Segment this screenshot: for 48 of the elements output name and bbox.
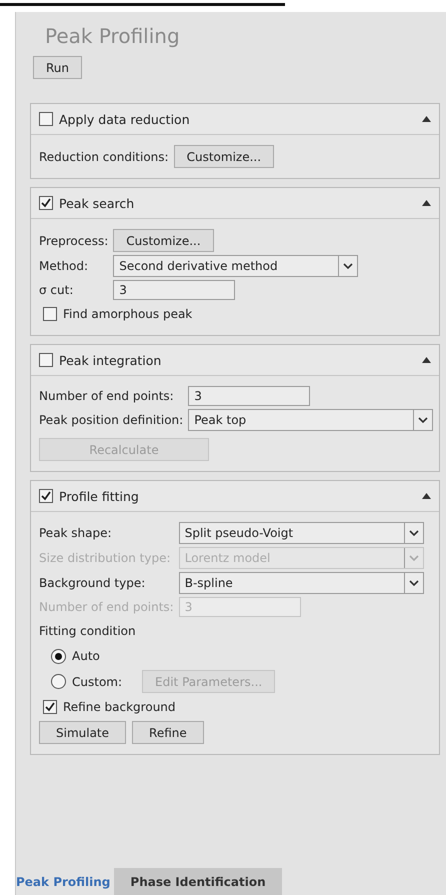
- field-label: Peak shape:: [39, 526, 113, 540]
- checkbox[interactable]: [43, 700, 57, 714]
- collapse-icon[interactable]: [422, 357, 431, 363]
- dropdown[interactable]: Second derivative method: [113, 255, 358, 277]
- collapse-icon[interactable]: [422, 493, 431, 499]
- customize-button[interactable]: Customize...: [174, 145, 274, 168]
- customize-button[interactable]: Customize...: [113, 229, 214, 252]
- field-label: Number of end points:: [39, 389, 175, 403]
- action-button[interactable]: Refine: [132, 721, 204, 744]
- field-label: Method:: [39, 259, 90, 273]
- chevron-down-icon: [408, 530, 419, 536]
- radio-label: Auto: [72, 649, 100, 663]
- dropdown[interactable]: Split pseudo-Voigt: [178, 522, 424, 544]
- tab[interactable]: Phase Identification: [114, 868, 282, 895]
- dropdown[interactable]: Peak top: [188, 409, 434, 431]
- checkbox[interactable]: [43, 307, 57, 321]
- group-heading: Fitting condition: [39, 624, 136, 638]
- field-label: Peak position definition:: [39, 413, 184, 427]
- radio-label: Custom:: [72, 674, 122, 688]
- checkbox[interactable]: [39, 112, 53, 126]
- field-label: Size distribution type:: [39, 551, 172, 565]
- input-field[interactable]: 3: [188, 386, 310, 406]
- chevron-down-icon: [408, 554, 419, 562]
- section-title: Profile fitting: [59, 488, 140, 504]
- field-label: Preprocess:: [39, 234, 108, 248]
- chevron-down-icon: [343, 262, 354, 270]
- run-button[interactable]: Run: [33, 56, 82, 79]
- field-label: Number of end points:: [39, 600, 174, 614]
- radio-button[interactable]: [51, 648, 66, 664]
- section-title: Peak search: [59, 196, 136, 210]
- input-field[interactable]: 3: [113, 280, 236, 300]
- field-label: Background type:: [39, 576, 146, 590]
- collapse-icon[interactable]: [422, 116, 431, 122]
- field-label: σ cut:: [39, 283, 74, 297]
- section-title: Peak integration: [59, 352, 162, 368]
- section-title: Apply data reduction: [59, 112, 191, 126]
- checkbox-label: Refine background: [63, 700, 176, 714]
- checkbox[interactable]: [39, 196, 53, 210]
- dropdown[interactable]: B-spline: [178, 572, 424, 594]
- checkbox[interactable]: [39, 353, 53, 367]
- panel-title: Peak Profiling: [44, 24, 181, 48]
- action-button[interactable]: Simulate: [39, 721, 126, 744]
- field-label: Reduction conditions:: [39, 150, 169, 164]
- chevron-down-icon: [408, 580, 419, 586]
- checkbox[interactable]: [39, 489, 53, 503]
- checkbox-label: Find amorphous peak: [63, 307, 192, 321]
- collapse-icon[interactable]: [422, 200, 431, 206]
- chevron-down-icon: [418, 416, 428, 424]
